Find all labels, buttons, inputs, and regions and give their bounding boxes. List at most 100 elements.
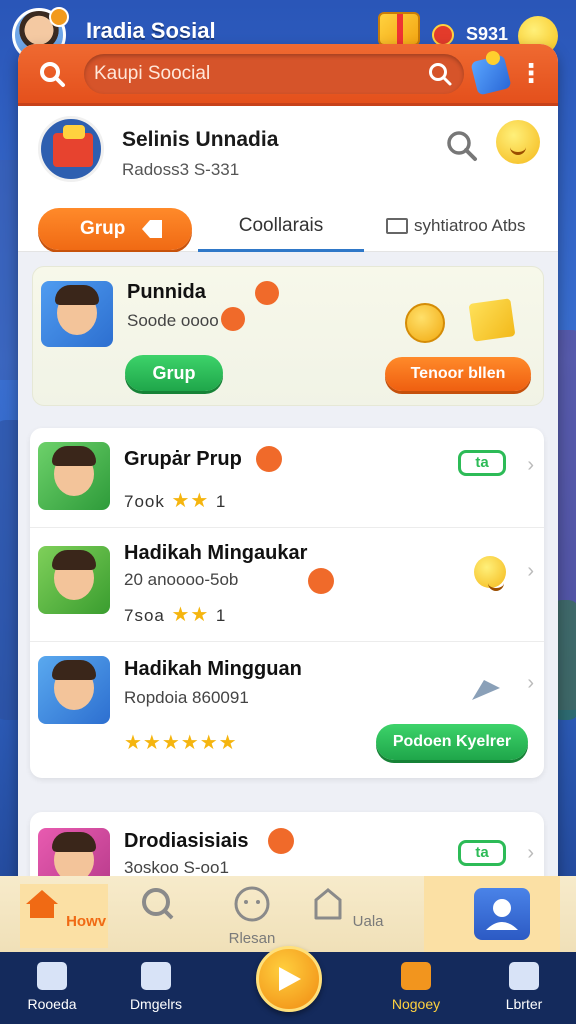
play-button[interactable] <box>256 946 322 1012</box>
profile-section: Selinis Unnadia Radoss3 S-331 <box>18 106 558 202</box>
bottom-nav-label: Rooeda <box>27 996 77 1012</box>
rating-stars: ★★★★★★ <box>124 732 238 754</box>
chart-icon <box>386 218 408 234</box>
subnav-chat[interactable]: Rlesan <box>208 884 296 948</box>
status-tag: ta <box>458 450 506 476</box>
bottom-nav-groups[interactable]: Dmgelrs <box>106 962 206 1012</box>
main-panel: ⋮ Selinis Unnadia Radoss3 S-331 Grup Coo… <box>18 44 558 944</box>
secondary-nav: Howv Rlesan Uala <box>0 876 576 952</box>
join-group-button[interactable]: Grup <box>125 355 223 391</box>
gift-icon <box>53 125 93 167</box>
group-title: Hadikah Mingguan <box>124 658 302 680</box>
user-icon <box>486 899 518 930</box>
home-icon <box>37 962 67 990</box>
rating-stars: ★★ <box>171 604 210 626</box>
list-item[interactable]: Grupȧr Prup 7ook ★★ 1 ta › <box>30 428 544 528</box>
bottom-nav-home[interactable]: Rooeda <box>2 962 102 1012</box>
tab-label: syhtiatroo Atbs <box>414 216 526 235</box>
coin-icon <box>405 303 445 343</box>
search-icon[interactable] <box>426 60 454 88</box>
avatar-face <box>52 550 96 600</box>
search-icon[interactable] <box>38 60 66 88</box>
badge-icon <box>308 568 334 594</box>
group-title: Hadikah Mingaukar <box>124 542 308 564</box>
subnav-home[interactable]: Howv <box>20 884 108 948</box>
list-item[interactable]: Hadikah Mingaukar 20 anoooo-5ob 7soa ★★ … <box>30 528 544 642</box>
group-subtitle: Ropdoia 860091 <box>124 688 249 707</box>
avatar-face <box>52 446 96 496</box>
profile-action-button[interactable] <box>474 888 530 940</box>
badge-icon <box>255 281 279 305</box>
group-avatar <box>38 656 110 724</box>
chat-icon <box>234 886 270 922</box>
badge-icon <box>256 446 282 472</box>
subnav-search[interactable] <box>114 884 202 948</box>
group-meta: 7soa <box>124 606 165 625</box>
secondary-action-button[interactable]: Tenoor bllen <box>385 357 531 391</box>
coin-count: S931 <box>466 24 509 44</box>
bottom-nav-label: Lbrter <box>505 996 543 1012</box>
profile-avatar[interactable] <box>38 116 104 182</box>
tab-label: Grup <box>80 218 126 239</box>
subnav-label: Howv <box>66 913 107 930</box>
rating-stars: ★★ <box>171 490 210 512</box>
featured-group-card[interactable]: Punnida Soode oooo Grup Tenoor bllen <box>32 266 544 406</box>
bottom-nav-wallet[interactable]: Nogoey <box>366 962 466 1012</box>
group-avatar <box>38 546 110 614</box>
shop-icon <box>314 888 342 920</box>
notification-dot-icon <box>49 7 69 27</box>
chevron-right-icon[interactable]: › <box>527 560 534 583</box>
avatar-face <box>52 660 96 710</box>
search-input[interactable] <box>94 60 404 88</box>
chevron-right-icon[interactable]: › <box>527 842 534 865</box>
subnav-profile-area <box>424 876 560 952</box>
group-avatar <box>38 442 110 510</box>
status-tag: ta <box>458 840 506 866</box>
wallet-icon <box>401 962 431 990</box>
tab-collections[interactable]: Coollarais <box>198 202 364 252</box>
emoji-icon[interactable] <box>496 120 540 164</box>
group-action-button[interactable]: Podoen Kyelrer <box>376 724 528 760</box>
group-meta: 7ook <box>124 492 165 511</box>
rating-count: 1 <box>215 492 227 511</box>
group-title: Drodiasisiais <box>124 830 249 852</box>
subnav-label: Rlesan <box>228 930 276 947</box>
rating-count: 1 <box>215 606 227 625</box>
group-subtitle: 20 anoooo-5ob <box>124 570 239 589</box>
ticket-icon <box>468 298 516 342</box>
chevron-right-icon[interactable]: › <box>527 672 534 695</box>
tab-bar: Grup Coollarais syhtiatroo Atbs <box>18 202 558 252</box>
gift-icon[interactable] <box>378 12 420 46</box>
subnav-shop[interactable]: Uala <box>302 884 390 948</box>
search-icon <box>142 888 176 922</box>
group-icon <box>141 962 171 990</box>
tab-grup[interactable]: Grup <box>38 208 192 250</box>
content-area: Punnida Soode oooo Grup Tenoor bllen Gru… <box>18 252 558 944</box>
group-list: Grupȧr Prup 7ook ★★ 1 ta › Hadikah Minga… <box>30 428 544 778</box>
search-icon[interactable] <box>444 128 480 164</box>
tag-icon <box>142 220 162 238</box>
list-item[interactable]: Hadikah Mingguan Ropdoia 860091 ★★★★★★ ›… <box>30 642 544 778</box>
badge-icon <box>268 828 294 854</box>
share-icon[interactable] <box>470 674 502 702</box>
emoji-icon <box>474 556 506 591</box>
profile-icon <box>509 962 539 990</box>
rating: 7soa ★★ 1 <box>124 602 226 627</box>
chevron-right-icon[interactable]: › <box>527 454 534 477</box>
subnav-label: Uala <box>352 913 384 930</box>
bookmark-icon[interactable] <box>470 54 512 96</box>
home-icon <box>25 890 58 918</box>
search-bar[interactable] <box>84 54 464 94</box>
group-title: Grupȧr Prup <box>124 448 242 470</box>
group-avatar <box>41 281 113 347</box>
app-title: Iradia Sosial <box>86 18 216 43</box>
bottom-nav-label: Nogoey <box>391 996 441 1012</box>
tab-statistics[interactable]: syhtiatroo Atbs <box>384 202 558 252</box>
featured-name: Punnida <box>127 281 206 303</box>
group-subtitle: 3oskoo S-oo1 <box>124 858 229 877</box>
avatar-face <box>55 285 99 335</box>
coin-icon <box>432 24 454 46</box>
header: ⋮ <box>18 44 558 106</box>
bottom-nav-profile[interactable]: Lbrter <box>474 962 574 1012</box>
more-options-icon[interactable]: ⋮ <box>518 58 544 92</box>
